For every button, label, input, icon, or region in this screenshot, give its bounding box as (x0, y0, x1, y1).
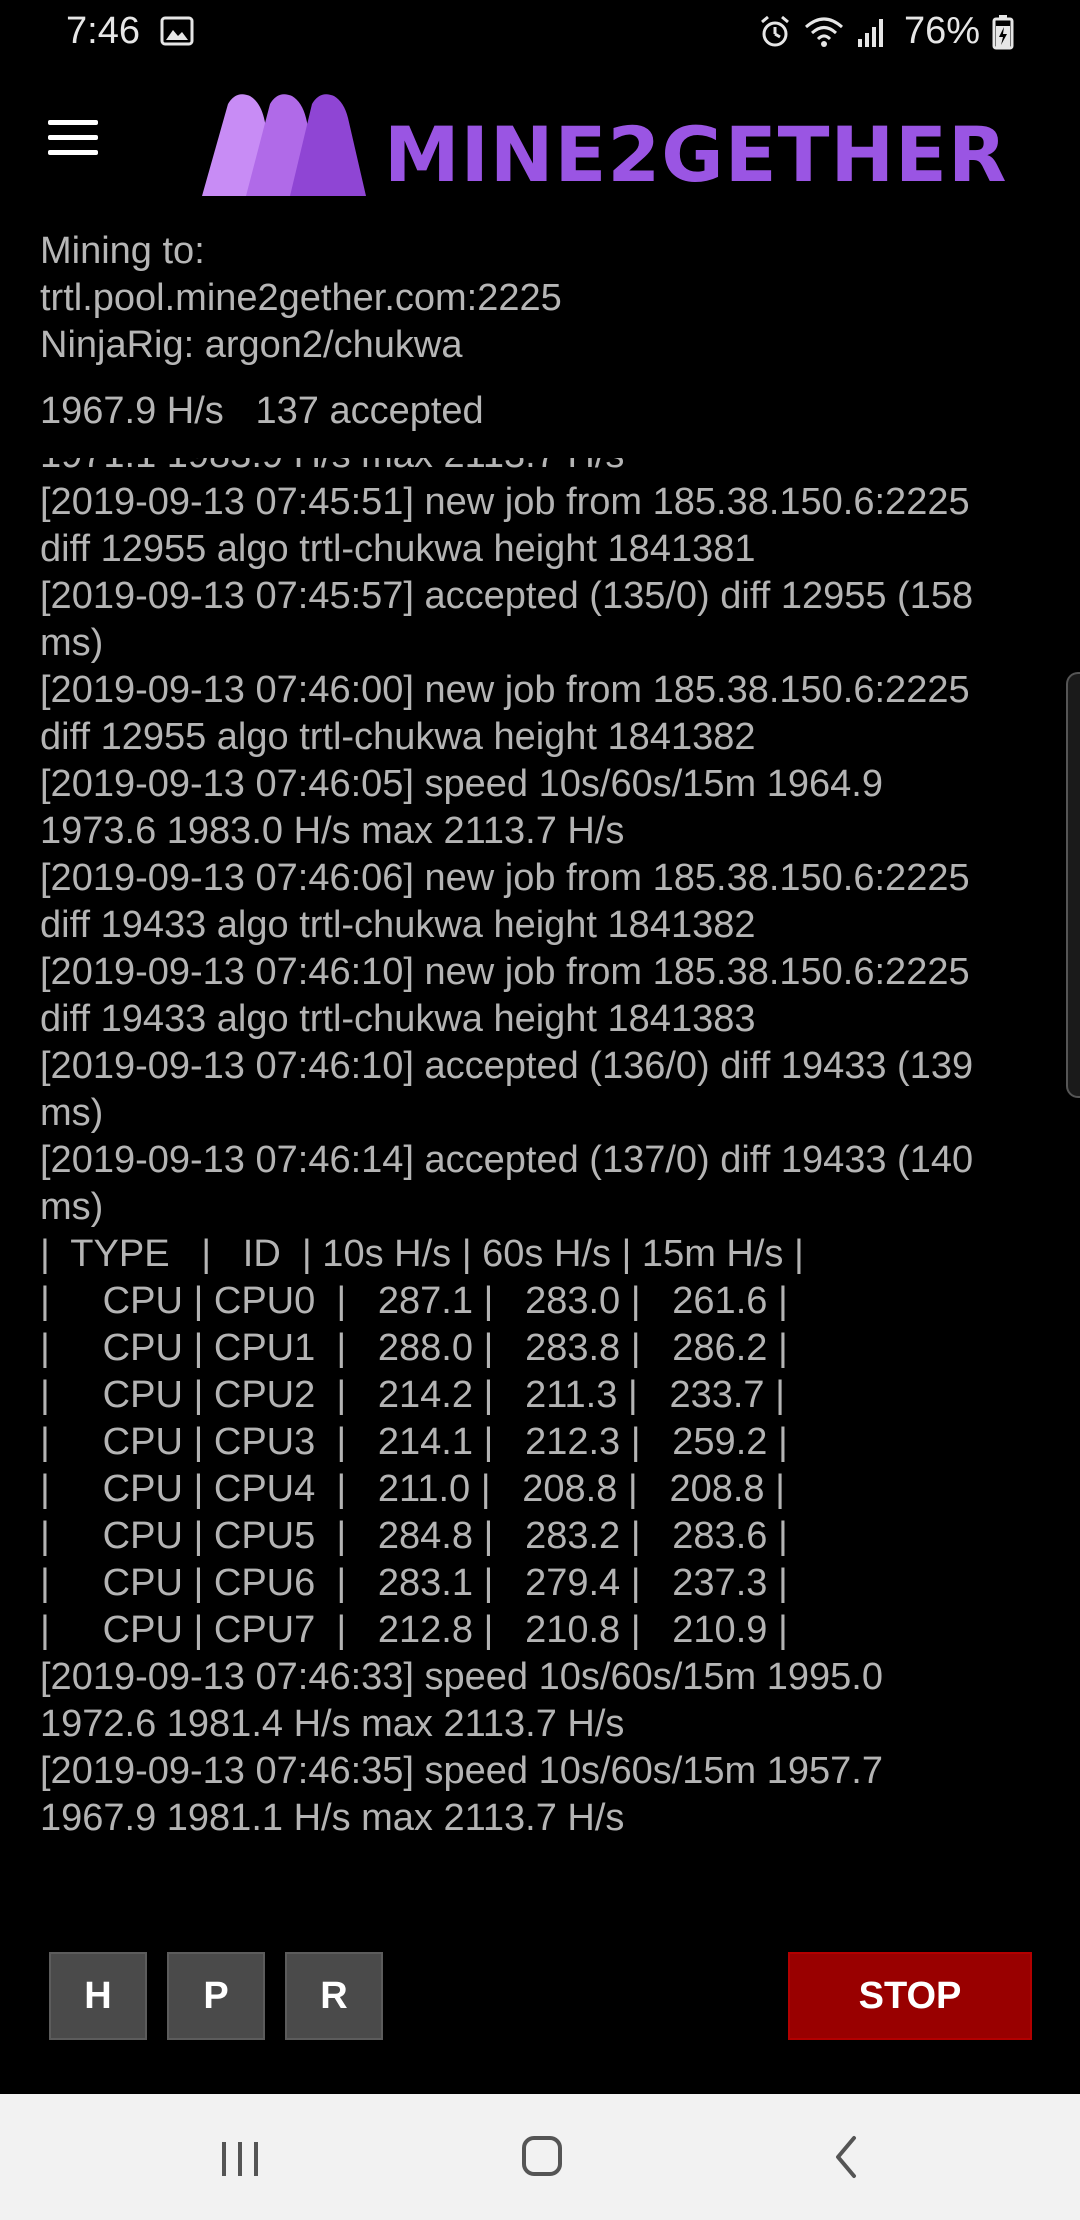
log-line: | CPU | CPU0 | 287.1 | 283.0 | 261.6 | (40, 1280, 788, 1322)
hashrate: 1967.9 H/s (40, 390, 224, 432)
back-icon[interactable] (806, 2124, 886, 2190)
status-time: 7:46 (66, 10, 140, 52)
recent-apps-icon[interactable] (200, 2124, 280, 2190)
log-line: diff 12955 algo trtl-chukwa height 18413… (40, 716, 756, 758)
log-line: [2019-09-13 07:45:51] new job from 185.3… (40, 481, 970, 523)
log-line: | CPU | CPU2 | 214.2 | 211.3 | 233.7 | (40, 1374, 785, 1416)
image-icon (160, 16, 194, 46)
p-button[interactable]: P (167, 1952, 265, 2040)
log-line: [2019-09-13 07:46:10] accepted (136/0) d… (40, 1045, 974, 1087)
menu-button[interactable] (40, 108, 106, 168)
log-line: [2019-09-13 07:46:06] new job from 185.3… (40, 857, 970, 899)
log-line: 1973.6 1983.0 H/s max 2113.7 H/s (40, 810, 625, 852)
log-line: diff 12955 algo trtl-chukwa height 18413… (40, 528, 756, 570)
home-icon[interactable] (502, 2124, 582, 2190)
alarm-icon (760, 15, 789, 46)
mining-info: Mining to: trtl.pool.mine2gether.com:222… (40, 228, 562, 369)
log-line: [2019-09-13 07:46:05] speed 10s/60s/15m … (40, 763, 883, 805)
scrollbar-thumb[interactable] (1066, 672, 1080, 1098)
miner-log[interactable]: 1971.1 1983.9 H/s max 2113.7 H/s[2019-09… (40, 458, 1040, 1850)
log-line: 1967.9 1981.1 H/s max 2113.7 H/s (40, 1797, 625, 1839)
hamburger-icon (48, 120, 98, 125)
log-line: 1972.6 1981.4 H/s max 2113.7 H/s (40, 1703, 625, 1745)
accepted-count: 137 accepted (255, 390, 484, 432)
log-line: [2019-09-13 07:46:14] accepted (137/0) d… (40, 1139, 974, 1181)
mine2gether-logo (202, 94, 366, 196)
log-line: [2019-09-13 07:46:00] new job from 185.3… (40, 669, 970, 711)
r-button[interactable]: R (285, 1952, 383, 2040)
log-line: ms) (40, 1092, 104, 1134)
log-line: [2019-09-13 07:46:33] speed 10s/60s/15m … (40, 1656, 883, 1698)
signal-icon (857, 18, 883, 47)
status-bar: 7:46 76% (0, 0, 1080, 64)
log-line: | CPU | CPU4 | 211.0 | 208.8 | 208.8 | (40, 1468, 785, 1510)
log-line: 1971.1 1983.9 H/s max 2113.7 H/s (40, 458, 973, 479)
log-line: | CPU | CPU7 | 212.8 | 210.8 | 210.9 | (40, 1609, 788, 1651)
battery-percent: 76% (903, 10, 980, 52)
log-line: diff 19433 algo trtl-chukwa height 18413… (40, 904, 756, 946)
log-line: [2019-09-13 07:45:57] accepted (135/0) d… (40, 575, 974, 617)
log-line: [2019-09-13 07:46:10] new job from 185.3… (40, 951, 970, 993)
log-line: diff 19433 algo trtl-chukwa height 18413… (40, 998, 756, 1040)
stop-button[interactable]: STOP (788, 1952, 1032, 2040)
log-line: | TYPE | ID | 10s H/s | 60s H/s | 15m H/… (40, 1233, 804, 1275)
navigation-bar (0, 2094, 1080, 2220)
log-line: | CPU | CPU3 | 214.1 | 212.3 | 259.2 | (40, 1421, 788, 1463)
pool-address: trtl.pool.mine2gether.com:2225 (40, 277, 562, 319)
log-line: | CPU | CPU1 | 288.0 | 283.8 | 286.2 | (40, 1327, 788, 1369)
log-line: | CPU | CPU6 | 283.1 | 279.4 | 237.3 | (40, 1562, 788, 1604)
brand-title: MINE2GETHER (384, 110, 1008, 199)
h-button[interactable]: H (49, 1952, 147, 2040)
miner-algo: NinjaRig: argon2/chukwa (40, 324, 463, 366)
wifi-icon (804, 17, 843, 47)
log-line: | CPU | CPU5 | 284.8 | 283.2 | 283.6 | (40, 1515, 788, 1557)
app-bar: MINE2GETHER (0, 64, 1080, 224)
battery-charging-icon (992, 14, 1014, 49)
mining-stats: 1967.9 H/s 137 accepted (40, 390, 484, 433)
log-line: ms) (40, 622, 104, 664)
log-line: ms) (40, 1186, 104, 1228)
mining-label: Mining to: (40, 230, 205, 272)
log-lines: 1971.1 1983.9 H/s max 2113.7 H/s[2019-09… (40, 458, 973, 1842)
status-icons: 76% (758, 10, 1014, 53)
log-line: [2019-09-13 07:46:35] speed 10s/60s/15m … (40, 1750, 883, 1792)
